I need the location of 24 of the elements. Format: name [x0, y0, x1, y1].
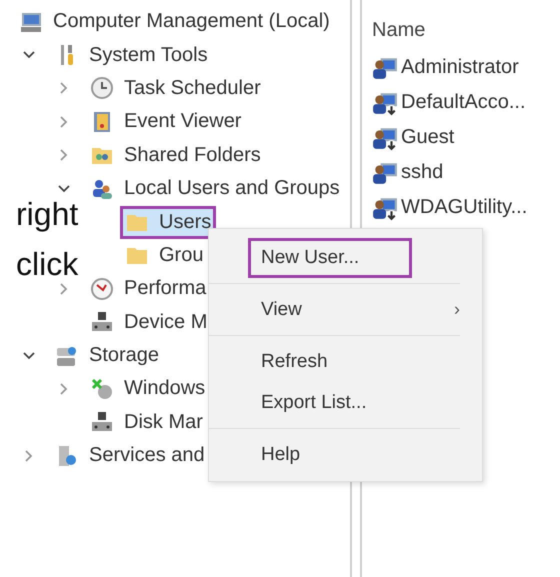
tree-item[interactable]: Event Viewer [57, 105, 246, 139]
user-list-item[interactable]: WDAGUtility... [372, 190, 560, 225]
user-list-item[interactable]: DefaultAcco... [372, 85, 560, 120]
column-header[interactable]: Name [372, 18, 560, 42]
tree-item[interactable]: Storage [22, 338, 164, 372]
clock-icon [90, 76, 114, 100]
user-list-item[interactable]: sshd [372, 155, 560, 190]
user-list-item[interactable]: Administrator [372, 50, 560, 85]
gauge-icon [90, 276, 114, 301]
backup-icon [90, 376, 114, 401]
tree-item[interactable]: Computer Management (Local) [14, 5, 335, 38]
menu-item[interactable]: Export List... [209, 382, 482, 423]
tree-item[interactable]: System Tools [22, 38, 213, 72]
menu-item[interactable]: Refresh [209, 341, 482, 382]
tree-item[interactable]: Task Scheduler [57, 72, 266, 106]
menu-item[interactable]: Help [209, 434, 482, 475]
tree-item[interactable]: Shared Folders [57, 138, 266, 172]
tree-item[interactable]: Windows [57, 372, 210, 406]
user-list-item[interactable]: Guest [372, 120, 560, 155]
tree-item[interactable]: Grou [92, 238, 208, 272]
tree-item[interactable]: Services and [22, 439, 210, 472]
annotation-text: click [16, 246, 78, 283]
tree-item[interactable]: Disk Mar [57, 406, 208, 440]
submenu-arrow: › [454, 299, 460, 320]
